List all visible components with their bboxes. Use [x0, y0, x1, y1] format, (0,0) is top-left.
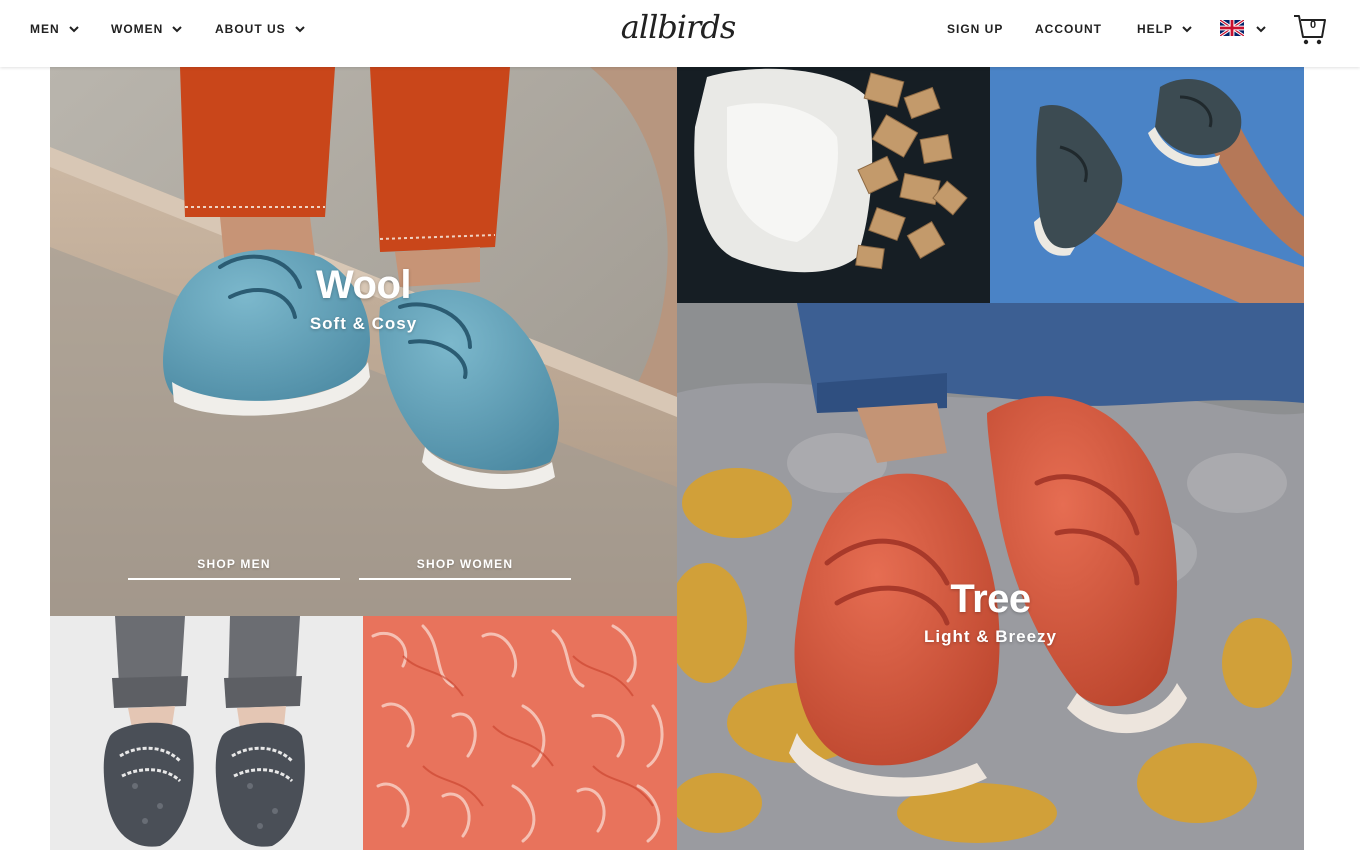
grey-wool-shoes-photo	[50, 616, 363, 850]
nav-men[interactable]: MEN	[30, 20, 80, 38]
nav-account[interactable]: ACCOUNT	[1035, 20, 1102, 38]
chevron-down-icon	[294, 23, 306, 35]
allbirds-logo[interactable]: allbirds	[612, 6, 744, 54]
nav-help[interactable]: HELP	[1137, 20, 1193, 38]
chevron-down-icon	[68, 23, 80, 35]
nav-women[interactable]: WOMEN	[111, 20, 183, 38]
chevron-down-icon	[171, 23, 183, 35]
region-chevron-down-icon[interactable]	[1255, 22, 1267, 40]
chevron-down-icon	[1181, 23, 1193, 35]
legs-in-air-photo	[990, 67, 1304, 303]
wool-shoes-photo	[50, 67, 677, 616]
tree-title: Tree	[950, 577, 1031, 621]
fluff-texture-tile	[363, 616, 677, 850]
tree-collection-tile[interactable]: Tree Light & Breezy	[677, 303, 1304, 850]
site-header: MEN WOMEN ABOUT US allbirds SIGN UP ACCO…	[0, 0, 1360, 67]
nav-sign-up[interactable]: SIGN UP	[947, 20, 1003, 38]
nav-about-label: ABOUT US	[215, 22, 286, 36]
uk-flag-icon[interactable]	[1219, 18, 1245, 38]
cart-count: 0	[1309, 19, 1317, 31]
cart-button[interactable]: 0	[1292, 12, 1328, 46]
grey-shoes-tile	[50, 616, 363, 850]
wool-and-wood-chips-photo	[677, 67, 990, 303]
wool-collection-tile[interactable]: Wool Soft & Cosy SHOP MEN SHOP WOMEN	[50, 67, 677, 616]
wool-title: Wool	[315, 263, 412, 307]
red-fluff-texture-photo	[363, 616, 677, 850]
account-label: ACCOUNT	[1035, 22, 1102, 36]
wool-subtitle: Soft & Cosy	[309, 314, 418, 333]
nav-women-label: WOMEN	[111, 22, 164, 36]
nav-about-us[interactable]: ABOUT US	[215, 20, 306, 38]
shop-men-link[interactable]: SHOP MEN	[128, 554, 340, 580]
lifestyle-legs-tile	[990, 67, 1304, 303]
sign-up-label: SIGN UP	[947, 22, 1004, 36]
help-label: HELP	[1137, 22, 1174, 36]
logo-text: allbirds	[620, 8, 736, 46]
tree-subtitle: Light & Breezy	[923, 627, 1058, 646]
nav-men-label: MEN	[30, 22, 60, 36]
materials-tile	[677, 67, 990, 303]
shop-women-link[interactable]: SHOP WOMEN	[359, 554, 571, 580]
